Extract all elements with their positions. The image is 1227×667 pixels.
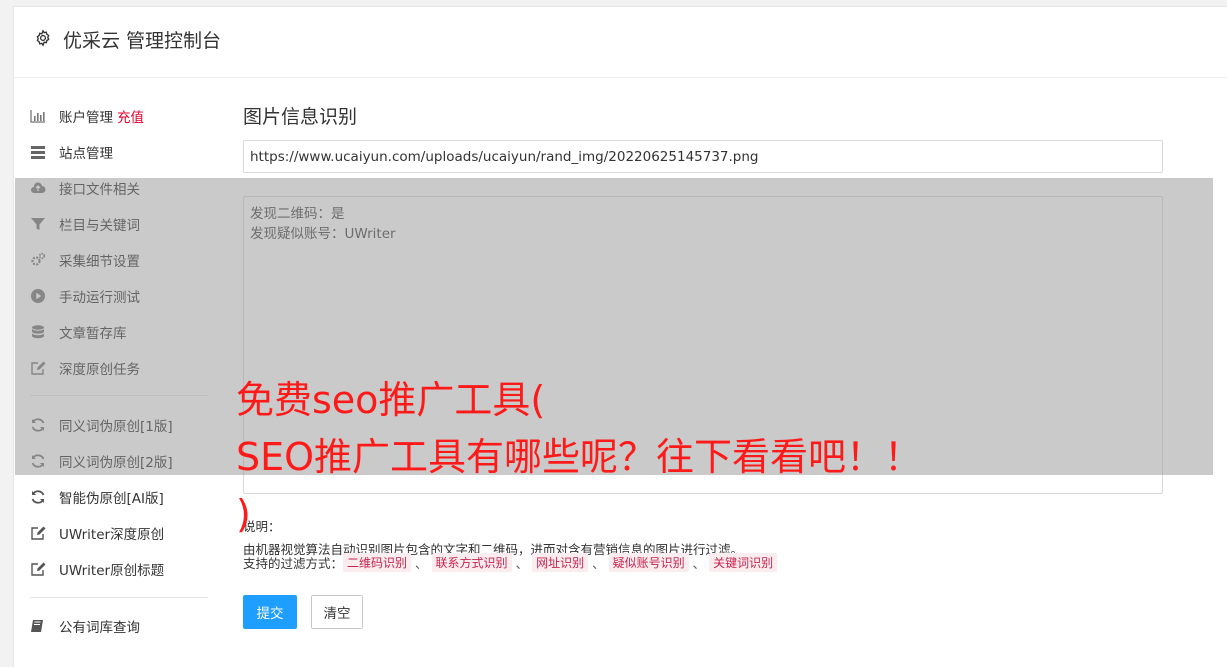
overlay-line-3: ) (236, 492, 251, 536)
overlay-line-1: 免费seo推广工具( (236, 378, 546, 422)
clear-button[interactable]: 清空 (311, 595, 363, 629)
book-icon (30, 618, 46, 634)
sidebar-item-label: 账户管理 (59, 110, 113, 126)
server-icon (30, 144, 46, 160)
section-title: 图片信息识别 (243, 106, 358, 128)
overlay-text: 免费seo推广工具( SEO推广工具有哪些呢？往下看看吧！！ ) (236, 372, 922, 543)
sidebar-item-label: 公有词库查询 (59, 620, 140, 636)
overlay-line-2: SEO推广工具有哪些呢？往下看看吧！！ (236, 435, 923, 479)
gear-icon (34, 29, 52, 47)
sidebar-item-uwriter-title[interactable]: UWriter原创标题 (30, 557, 164, 581)
filters-label: 支持的过滤方式： (243, 556, 344, 571)
sidebar-item-label: UWriter原创标题 (59, 563, 165, 579)
edit-icon (30, 561, 46, 577)
filter-separator: 、 (415, 556, 428, 571)
sidebar-item-account[interactable]: 账户管理 充值 (30, 104, 144, 128)
sidebar-item-ai-rewrite[interactable]: 智能伪原创[AI版] (30, 485, 164, 509)
image-url-input[interactable] (243, 140, 1163, 173)
sidebar-item-label: 智能伪原创[AI版] (59, 491, 164, 507)
sidebar-divider (30, 597, 208, 598)
page-header: 优采云 管理控制台 (14, 7, 1227, 78)
filter-separator: 、 (592, 556, 605, 571)
page-title: 优采云 管理控制台 (63, 30, 222, 52)
submit-button[interactable]: 提交 (243, 595, 297, 629)
filter-tag: 关键词识别 (709, 553, 778, 572)
filter-tag: 网址识别 (532, 553, 589, 572)
sidebar-item-label: UWriter深度原创 (59, 527, 165, 543)
bar-chart-icon (30, 108, 46, 124)
sidebar-item-uwriter-deep[interactable]: UWriter深度原创 (30, 521, 164, 545)
filter-tag: 二维码识别 (343, 553, 412, 572)
filter-separator: 、 (515, 556, 529, 571)
refresh-icon (30, 489, 46, 505)
sidebar-item-public-lexicon[interactable]: 公有词库查询 (30, 614, 140, 638)
filter-methods: 支持的过滤方式： 二维码识别 、 联系方式识别 、 网址识别 、 疑似账号识别 … (243, 553, 778, 572)
sidebar-item-label: 站点管理 (59, 146, 113, 162)
sidebar-item-sites[interactable]: 站点管理 (30, 140, 113, 164)
edit-icon (30, 525, 46, 541)
filter-tag: 疑似账号识别 (608, 553, 689, 572)
recharge-link[interactable]: 充值 (117, 106, 144, 126)
filter-separator: 、 (692, 556, 706, 571)
filter-tag: 联系方式识别 (431, 553, 512, 572)
